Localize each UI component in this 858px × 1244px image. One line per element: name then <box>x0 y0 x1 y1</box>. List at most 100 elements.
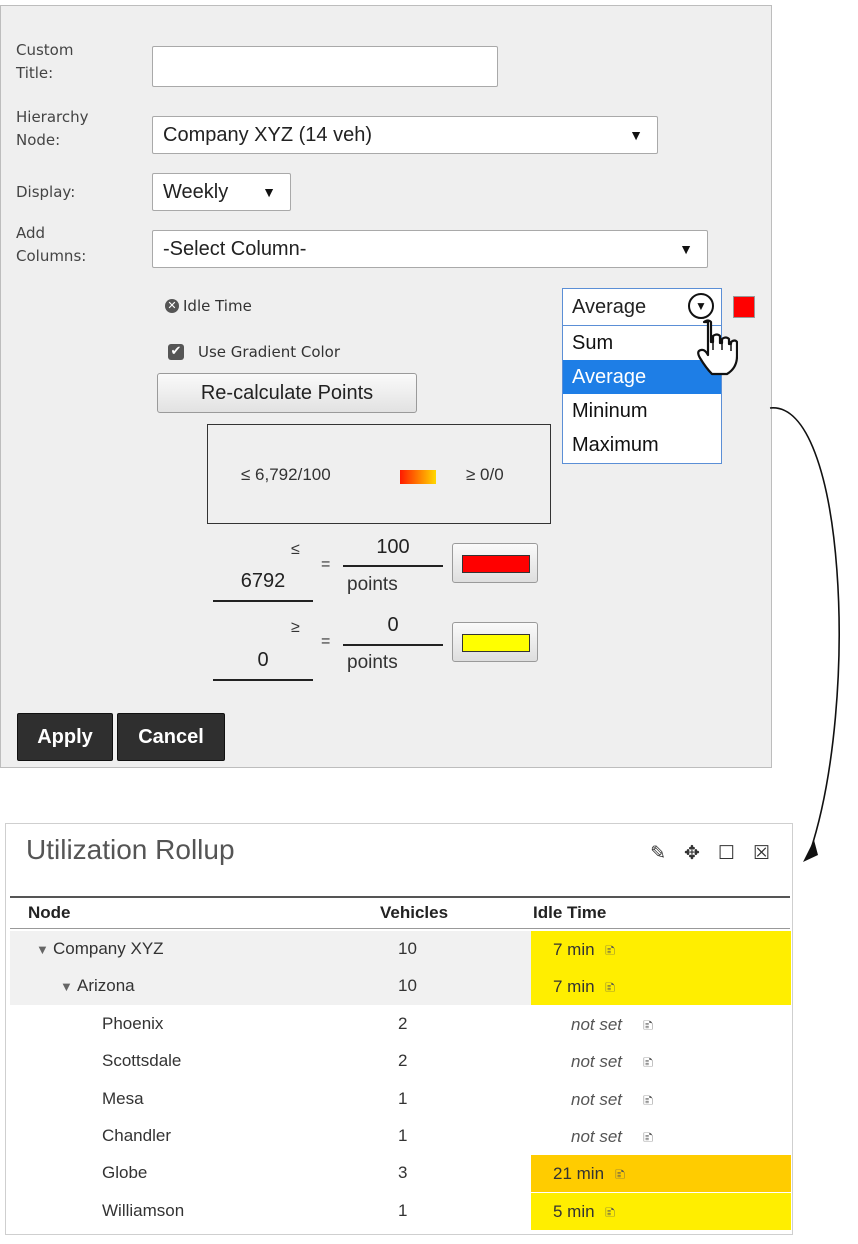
table-row[interactable]: Williamson 1 5 min 🗈 <box>10 1192 791 1230</box>
remove-column-icon[interactable]: ✕ <box>165 299 179 313</box>
high-threshold-value-input[interactable]: 6792 <box>213 565 313 602</box>
apply-button[interactable]: Apply <box>17 713 113 761</box>
add-columns-select[interactable]: -Select Column- ▼ <box>152 230 708 268</box>
idle-time-value: 7 min <box>553 940 595 959</box>
recalculate-points-button[interactable]: Re-calculate Points <box>157 373 417 413</box>
idle-time-value: not set <box>571 1089 623 1109</box>
utilization-rollup-widget: Utilization Rollup ✎ ✥ ☐ ☒ Node Vehicles… <box>5 823 793 1235</box>
idle-time-cell[interactable]: 7 min 🗈 <box>531 931 791 968</box>
connector-arrow-icon <box>769 407 840 862</box>
vehicle-count: 2 <box>398 1013 408 1033</box>
expand-toggle-icon[interactable]: ▼ <box>60 979 73 994</box>
low-threshold-value-input[interactable]: 0 <box>213 644 313 681</box>
idle-time-cell[interactable]: 5 min 🗈 <box>531 1192 791 1230</box>
use-gradient-option[interactable]: ✔ Use Gradient Color <box>168 343 340 361</box>
idle-time-cell[interactable]: not set 🗈 <box>531 1043 791 1080</box>
low-points-input[interactable]: 0 <box>343 611 443 646</box>
custom-title-input[interactable] <box>152 46 498 87</box>
vehicle-count: 1 <box>398 1200 408 1220</box>
idle-time-value: not set <box>571 1052 623 1072</box>
note-icon[interactable]: 🗈 <box>605 940 615 964</box>
table-row[interactable]: ▼ Arizona 10 7 min 🗈 <box>10 968 791 1006</box>
close-icon[interactable]: ☒ <box>753 842 770 865</box>
idle-time-value: not set <box>571 1127 623 1146</box>
column-header-idle-time[interactable]: Idle Time <box>533 903 606 923</box>
legend-high-label: ≤ 6,792/100 <box>241 465 331 484</box>
idle-time-cell[interactable]: not set 🗈 <box>531 1081 791 1118</box>
note-icon[interactable]: 🗈 <box>643 1015 653 1039</box>
aggregate-option-minimum[interactable]: Mininum <box>563 394 721 428</box>
low-threshold-symbol: ≥ <box>291 619 300 636</box>
node-name: Williamson <box>102 1200 185 1220</box>
move-icon[interactable]: ✥ <box>684 842 700 865</box>
vehicle-count: 10 <box>398 976 417 996</box>
use-gradient-label: Use Gradient Color <box>198 343 341 361</box>
hierarchy-node-select[interactable]: Company XYZ (14 veh) ▼ <box>152 116 658 154</box>
table-row[interactable]: Mesa 1 not set 🗈 <box>10 1081 790 1118</box>
column-header-node[interactable]: Node <box>28 903 71 923</box>
note-icon[interactable]: 🗈 <box>643 1052 653 1076</box>
equals-sign: = <box>321 556 331 573</box>
vehicle-count: 3 <box>398 1163 408 1183</box>
node-name: Scottsdale <box>102 1051 182 1071</box>
add-columns-value: -Select Column- <box>163 237 307 260</box>
custom-title-label: Custom Title: <box>16 41 74 82</box>
table-row[interactable]: ▼ Company XYZ 10 7 min 🗈 <box>10 931 791 968</box>
vehicle-count: 2 <box>398 1051 408 1071</box>
expand-toggle-icon[interactable]: ▼ <box>36 942 49 957</box>
aggregate-value: Average <box>572 295 647 318</box>
high-points-input[interactable]: 100 <box>343 533 443 567</box>
table-row[interactable]: Phoenix 2 not set 🗈 <box>10 1006 790 1043</box>
hierarchy-node-label: Hierarchy Node: <box>16 108 89 149</box>
column-name: Idle Time <box>183 297 252 315</box>
high-color-button[interactable] <box>452 543 538 583</box>
chevron-down-icon[interactable]: ▼ <box>688 293 714 319</box>
high-color-swatch <box>462 555 530 573</box>
table-row[interactable]: Chandler 1 not set 🗈 <box>10 1118 790 1155</box>
note-icon[interactable]: 🗈 <box>615 1164 625 1188</box>
chevron-down-icon: ▼ <box>262 184 276 200</box>
display-label: Display: <box>16 183 76 201</box>
aggregate-option-maximum[interactable]: Maximum <box>563 428 721 462</box>
table-row[interactable]: Globe 3 21 min 🗈 <box>10 1155 791 1193</box>
low-points-label: points <box>347 652 398 673</box>
idle-time-cell[interactable]: not set 🗈 <box>531 1118 791 1155</box>
display-value: Weekly <box>163 180 229 203</box>
column-color-swatch[interactable] <box>733 296 755 318</box>
idle-time-cell[interactable]: 21 min 🗈 <box>531 1155 791 1193</box>
widget-toolbar: ✎ ✥ ☐ ☒ <box>650 842 770 865</box>
node-name: Chandler <box>102 1126 171 1145</box>
pencil-icon[interactable]: ✎ <box>650 842 666 865</box>
widget-title: Utilization Rollup <box>26 834 235 865</box>
idle-time-value: 21 min <box>553 1164 605 1184</box>
note-icon[interactable]: 🗈 <box>643 1090 653 1114</box>
column-header-vehicles[interactable]: Vehicles <box>380 903 448 923</box>
legend-low-label: ≥ 0/0 <box>466 465 504 484</box>
note-icon[interactable]: 🗈 <box>643 1127 653 1151</box>
node-name: Globe <box>102 1163 148 1183</box>
high-points-label: points <box>347 574 398 595</box>
note-icon[interactable]: 🗈 <box>605 977 615 1001</box>
chevron-down-icon: ▼ <box>629 127 643 143</box>
use-gradient-checkbox[interactable]: ✔ <box>168 344 184 360</box>
equals-sign: = <box>321 633 331 650</box>
idle-time-cell[interactable]: 7 min 🗈 <box>531 968 791 1006</box>
table-header: Node Vehicles Idle Time <box>10 896 790 929</box>
chevron-down-icon: ▼ <box>679 241 693 257</box>
vehicle-count: 1 <box>398 1088 408 1108</box>
column-idle-time: ✕ Idle Time <box>165 297 252 315</box>
add-columns-label: Add Columns: <box>16 224 87 265</box>
maximize-icon[interactable]: ☐ <box>718 842 735 865</box>
idle-time-value: 7 min <box>553 977 595 997</box>
note-icon[interactable]: 🗈 <box>605 1202 615 1226</box>
display-select[interactable]: Weekly ▼ <box>152 173 291 211</box>
vehicle-count: 1 <box>398 1126 408 1145</box>
idle-time-value: not set <box>571 1014 623 1034</box>
low-color-button[interactable] <box>452 622 538 662</box>
node-name: Mesa <box>102 1088 144 1108</box>
low-color-swatch <box>462 634 530 652</box>
idle-time-cell[interactable]: not set 🗈 <box>531 1006 791 1043</box>
cancel-button[interactable]: Cancel <box>117 713 225 761</box>
node-name: Company XYZ <box>53 939 164 958</box>
table-row[interactable]: Scottsdale 2 not set 🗈 <box>10 1043 790 1080</box>
